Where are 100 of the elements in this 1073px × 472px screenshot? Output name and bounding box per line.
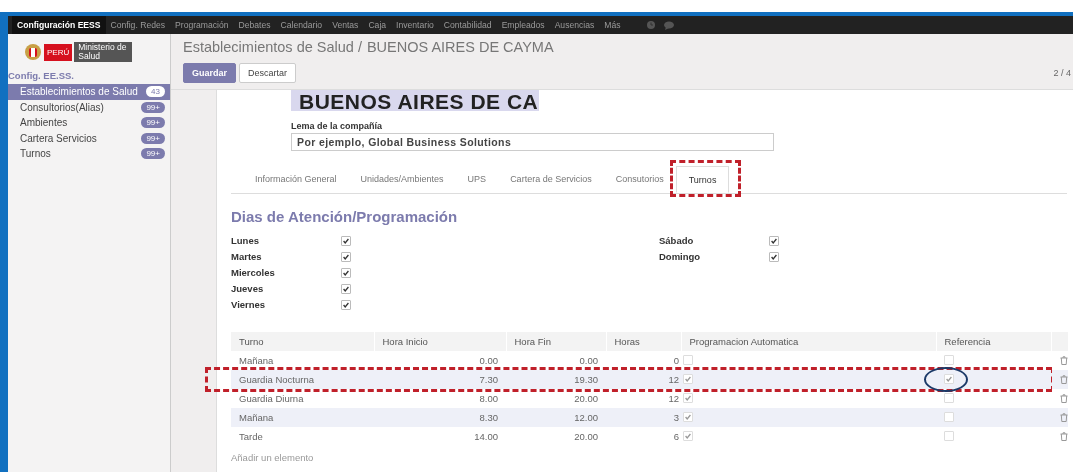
count-badge: 99+ (141, 148, 165, 160)
tab[interactable]: Consutorios (603, 166, 676, 193)
count-badge: 99+ (141, 132, 165, 144)
menu-item[interactable]: Config. Redes (105, 16, 171, 34)
checkbox[interactable] (944, 354, 954, 365)
logo-text: PERÚ (44, 43, 73, 61)
coat-of-arms-icon (24, 42, 42, 62)
tab[interactable]: Unidades/Ambientes (348, 166, 456, 193)
table-cell: 8.30 (374, 408, 506, 427)
count-badge: 43 (146, 86, 165, 98)
day-label: Domingo (659, 251, 702, 262)
trash-icon[interactable] (1060, 375, 1068, 384)
menu-item[interactable]: Empleados (496, 16, 550, 34)
sidebar-item[interactable]: Establecimientos de Salud 43 (8, 84, 170, 100)
tab[interactable]: Turnos (675, 166, 730, 193)
checkbox[interactable] (683, 374, 693, 384)
day-label: Martes (231, 251, 263, 262)
count-badge: 99+ (141, 101, 165, 113)
menu-item[interactable]: Ausencias (549, 16, 600, 34)
table-cell: Tarde (239, 431, 263, 442)
menu-item[interactable]: Caja (363, 16, 392, 34)
trash-icon[interactable] (1060, 432, 1068, 441)
column-header: Referencia (936, 332, 1051, 351)
menu-item[interactable]: Debates (233, 16, 276, 34)
record-name: BUENOS AIRES DE CA (291, 90, 539, 111)
checkbox[interactable] (944, 374, 954, 384)
day-label: Sábado (659, 235, 695, 246)
table-cell: 7.30 (374, 370, 506, 389)
table-cell: Mañana (239, 412, 274, 423)
section-title: Config. EE.SS. (8, 70, 75, 81)
input-field[interactable]: Por ejemplo, Global Business Solutions (291, 133, 774, 151)
checkbox[interactable] (683, 412, 693, 422)
discard-button[interactable]: Descartar (239, 63, 297, 83)
table-cell: Guardia Nocturna (239, 374, 314, 385)
table-cell: Mañana (239, 355, 274, 366)
day-label: Miercoles (231, 267, 276, 278)
menu-item[interactable]: Contabilidad (438, 16, 497, 34)
trash-icon[interactable] (1060, 356, 1068, 365)
sidebar-item[interactable]: Ambientes 99+ (8, 115, 170, 131)
table-cell: 20.00 (506, 427, 606, 446)
column-header: Horas (606, 332, 681, 351)
menu-item[interactable]: Calendario (275, 16, 328, 34)
item-label: Ambientes (20, 117, 68, 129)
tab[interactable]: UPS (455, 166, 499, 193)
record-title: BUENOS AIRES DE CAYMA (366, 39, 554, 57)
table-cell: 8.00 (374, 389, 506, 408)
trash-icon[interactable] (1060, 394, 1068, 403)
checkbox[interactable] (683, 431, 693, 441)
menu-item[interactable]: Inventario (391, 16, 439, 34)
tab[interactable]: Información General (243, 166, 349, 193)
table-cell: Guardia Diurna (239, 393, 304, 404)
checkbox[interactable] (944, 392, 954, 403)
table-cell: 19.30 (506, 370, 606, 389)
checkbox[interactable] (683, 354, 693, 365)
menu-item[interactable]: Programación (170, 16, 234, 34)
sidebar-item[interactable]: Cartera Servicios 99+ (8, 130, 170, 146)
clock-icon[interactable] (645, 20, 656, 30)
day-label: Viernes (231, 299, 267, 310)
item-label: Cartera Servicios (20, 132, 97, 144)
pager: 2 / 4 (1053, 68, 1071, 78)
item-label: Establecimientos de Salud (20, 86, 138, 98)
checkbox[interactable] (769, 235, 779, 246)
section-title: Dias de Atención/Programación (231, 208, 459, 225)
table-cell: 0.00 (374, 351, 506, 370)
tab[interactable]: Cartera de Servicios (498, 166, 604, 193)
sidebar-item[interactable]: Consultorios(Alias) 99+ (8, 99, 170, 115)
table-cell: 3 (606, 408, 681, 427)
column-header: Turno (231, 332, 374, 351)
column-header: Programacion Automatica (681, 332, 936, 351)
menu-item[interactable]: Configuración EESS (12, 16, 106, 34)
item-label: Consultorios(Alias) (20, 101, 104, 113)
menu-item[interactable]: Ventas (327, 16, 364, 34)
chat-icon[interactable] (663, 20, 676, 30)
table-cell: 14.00 (374, 427, 506, 446)
table-cell: 6 (606, 427, 681, 446)
menu-item[interactable]: Más (599, 16, 626, 34)
checkbox[interactable] (341, 235, 351, 246)
trash-icon[interactable] (1060, 413, 1068, 422)
checkbox[interactable] (944, 430, 954, 441)
table-cell: 12 (606, 370, 681, 389)
breadcrumb-link[interactable]: Establecimientos de Salud / (183, 39, 362, 57)
checkbox[interactable] (944, 411, 954, 422)
count-badge: 99+ (141, 117, 165, 129)
column-header: Hora Fin (506, 332, 606, 351)
add-item-link[interactable]: Añadir un elemento (231, 452, 314, 463)
field-label: Lema de la compañía (291, 121, 384, 131)
checkbox[interactable] (683, 393, 693, 403)
table-cell: 0.00 (506, 351, 606, 370)
table-cell: 12.00 (506, 408, 606, 427)
table-cell: 0 (606, 351, 681, 370)
checkbox[interactable] (341, 267, 351, 278)
checkbox[interactable] (341, 251, 351, 262)
checkbox[interactable] (341, 283, 351, 294)
day-label: Lunes (231, 235, 260, 246)
checkbox[interactable] (341, 299, 351, 310)
item-label: Turnos (20, 148, 51, 160)
checkbox[interactable] (769, 251, 779, 262)
table-cell: 20.00 (506, 389, 606, 408)
save-button[interactable]: Guardar (183, 63, 236, 83)
sidebar-item[interactable]: Turnos 99+ (8, 146, 170, 162)
